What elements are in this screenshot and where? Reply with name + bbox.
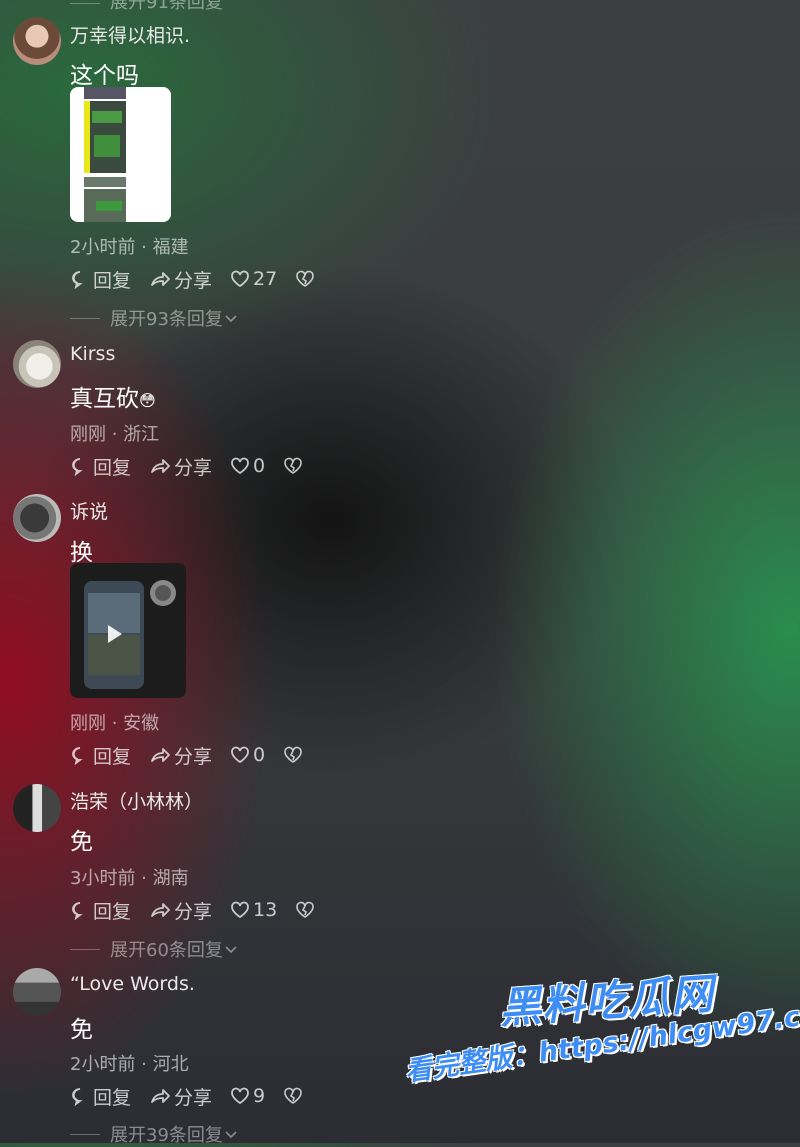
heart-icon [231, 457, 249, 475]
heart-icon [231, 746, 249, 764]
broken-heart-icon [284, 746, 302, 763]
avatar[interactable] [13, 340, 61, 388]
expand-replies-link[interactable]: 展开93条回复 [70, 305, 239, 331]
flushed-face-emoji-icon: 😳 [139, 391, 156, 410]
share-arrow-icon [151, 1089, 170, 1103]
like-count: 9 [253, 1085, 266, 1107]
comment-image[interactable] [70, 87, 171, 222]
expand-replies-link-partial[interactable]: 展开91条回复 [70, 0, 223, 14]
comment-meta: 2小时前 · 福建 [70, 237, 189, 258]
share-button[interactable]: 分享 [149, 742, 212, 769]
like-count: 0 [253, 455, 266, 477]
chevron-down-icon [225, 946, 237, 954]
broken-heart-icon [284, 1087, 302, 1104]
comment-text: 这个吗 [70, 63, 139, 89]
like-button[interactable]: 9 [230, 1085, 265, 1107]
reply-button[interactable]: 回复 [70, 1083, 131, 1110]
broken-heart-icon [296, 270, 315, 287]
comment-meta: 3小时前 · 湖南 [70, 868, 189, 889]
comment-actions: 回复 分享 0 [70, 742, 324, 768]
share-arrow-icon [151, 272, 170, 286]
broken-heart-icon [296, 901, 315, 918]
comment-text: 免 [70, 829, 93, 855]
share-button[interactable]: 分享 [149, 266, 212, 293]
share-arrow-icon [151, 903, 170, 917]
comment-username[interactable]: Kirss [70, 343, 115, 365]
comment-actions: 回复 分享 27 [70, 266, 336, 292]
heart-icon [231, 270, 249, 288]
like-count: 0 [253, 744, 266, 766]
reply-button[interactable]: 回复 [70, 897, 131, 924]
avatar[interactable] [13, 784, 61, 832]
speech-bubble-icon [72, 271, 83, 289]
like-count: 13 [253, 899, 278, 921]
dislike-button[interactable] [283, 1086, 306, 1106]
dislike-button[interactable] [295, 269, 318, 289]
comment-actions: 回复 分享 0 [70, 453, 324, 479]
reply-button[interactable]: 回复 [70, 266, 131, 293]
chevron-down-icon [225, 315, 237, 323]
heart-icon [231, 901, 249, 919]
dislike-button[interactable] [283, 456, 306, 476]
comment-actions: 回复 分享 13 [70, 897, 336, 923]
comment-text: 换 [70, 540, 93, 566]
comment-actions: 回复 分享 9 [70, 1083, 324, 1109]
comment-username[interactable]: 浩荣（小林林） [70, 787, 203, 814]
video-thumbnail-icon [84, 580, 176, 689]
broken-heart-icon [284, 457, 302, 474]
reply-button[interactable]: 回复 [70, 742, 131, 769]
dislike-button[interactable] [283, 745, 306, 765]
like-button[interactable]: 0 [230, 744, 265, 766]
comment-meta: 刚刚 · 浙江 [70, 424, 160, 445]
speech-bubble-icon [72, 458, 83, 476]
comment-username[interactable]: 诉说 [70, 497, 108, 524]
avatar[interactable] [13, 494, 61, 542]
share-arrow-icon [151, 748, 170, 762]
like-button[interactable]: 13 [230, 899, 277, 921]
share-button[interactable]: 分享 [149, 453, 212, 480]
expand-replies-link[interactable]: 展开60条回复 [70, 936, 239, 962]
comment-username[interactable]: “Love Words. [70, 973, 195, 995]
avatar[interactable] [13, 968, 61, 1016]
expand-replies-link[interactable]: 展开39条回复 [70, 1121, 239, 1147]
dislike-button[interactable] [295, 900, 318, 920]
comment-meta: 刚刚 · 安徽 [70, 713, 160, 734]
share-arrow-icon [151, 459, 170, 473]
like-button[interactable]: 27 [230, 268, 277, 290]
comment-video[interactable] [70, 563, 186, 698]
comment-text: 真互砍😳 [70, 386, 156, 412]
image-collage-icon [84, 87, 126, 222]
comment-text: 免 [70, 1017, 93, 1043]
comment-meta: 2小时前 · 河北 [70, 1054, 189, 1075]
avatar[interactable] [13, 17, 61, 65]
share-button[interactable]: 分享 [149, 1083, 212, 1110]
speech-bubble-icon [72, 1088, 83, 1106]
like-button[interactable]: 0 [230, 455, 265, 477]
like-count: 27 [253, 268, 278, 290]
chevron-down-icon [225, 1131, 237, 1139]
share-button[interactable]: 分享 [149, 897, 212, 924]
speech-bubble-icon [72, 747, 83, 765]
heart-icon [231, 1087, 249, 1105]
reply-button[interactable]: 回复 [70, 453, 131, 480]
comment-username[interactable]: 万幸得以相识. [70, 21, 190, 48]
speech-bubble-icon [72, 902, 83, 920]
